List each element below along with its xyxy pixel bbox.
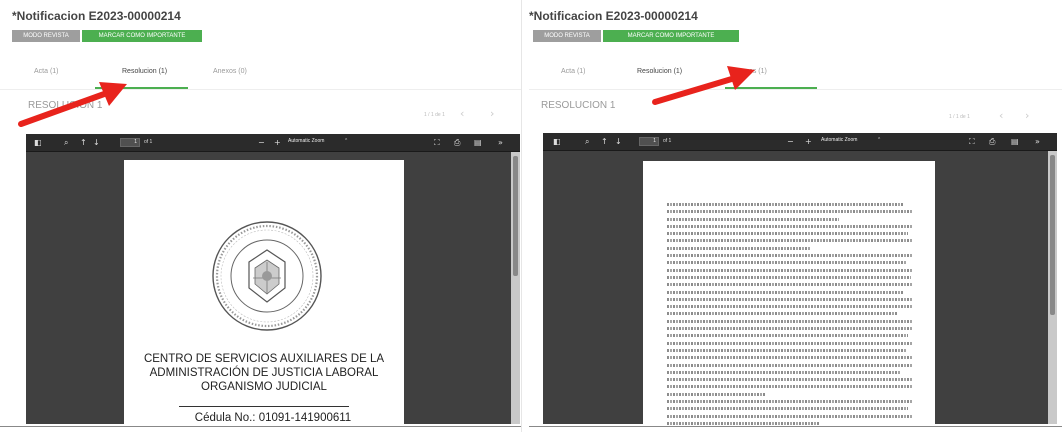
chevron-left-icon[interactable]: ‹ xyxy=(999,109,1003,122)
download-icon[interactable]: ▤ xyxy=(474,137,482,149)
page-total: of 1 xyxy=(663,138,672,144)
cedula-rule xyxy=(179,406,349,407)
tabs-divider xyxy=(529,89,1062,90)
court-seal-icon xyxy=(212,221,322,331)
sidebar-toggle-icon[interactable]: ◧ xyxy=(34,137,42,149)
scanned-resolution-text xyxy=(667,203,913,429)
zoom-out-icon[interactable]: − xyxy=(787,136,794,148)
page-title: *Notificacion E2023-00000214 xyxy=(12,9,181,23)
search-icon[interactable]: ⌕ xyxy=(64,137,68,149)
cedula-number: Cédula No.: 01091-141900611 xyxy=(194,412,352,424)
chevron-left-icon[interactable]: ‹ xyxy=(460,107,464,120)
red-arrow-icon xyxy=(652,66,755,105)
modo-revista-button[interactable]: MODO REVISTA xyxy=(12,30,80,42)
tab-acta[interactable]: Acta (1) xyxy=(561,68,586,75)
viewer-scrollbar[interactable] xyxy=(511,152,520,424)
tab-acta[interactable]: Acta (1) xyxy=(34,68,59,75)
page-number-input[interactable]: 1 xyxy=(120,138,140,147)
page-number-input[interactable]: 1 xyxy=(639,137,659,146)
presentation-mode-icon[interactable]: ⛶ xyxy=(434,137,440,149)
marcar-importante-button[interactable]: MARCAR COMO IMPORTANTE xyxy=(82,30,202,42)
more-tools-icon[interactable]: » xyxy=(1035,136,1040,148)
chevron-down-icon[interactable]: ⌃ xyxy=(344,138,348,144)
zoom-select[interactable]: Automatic Zoom xyxy=(288,138,324,144)
chevron-right-icon[interactable]: › xyxy=(490,107,494,120)
pager-info: 1 / 1 de 1 xyxy=(949,114,970,120)
zoom-out-icon[interactable]: − xyxy=(258,137,265,149)
presentation-mode-icon[interactable]: ⛶ xyxy=(969,136,975,148)
pdf-toolbar: ◧ ⌕ ↑ ↓ 1 of 1 − + Automatic Zoom ⌃ ⛶ ⎙ … xyxy=(26,134,520,152)
marcar-importante-button[interactable]: MARCAR COMO IMPORTANTE xyxy=(603,30,739,42)
modo-revista-button[interactable]: MODO REVISTA xyxy=(533,30,601,42)
viewer-scrollbar[interactable] xyxy=(1048,151,1057,424)
tab-anexos[interactable]: Anexos (0) xyxy=(213,68,247,75)
scrollbar-thumb[interactable] xyxy=(1050,155,1055,315)
pdf-viewer: ◧ ⌕ ↑ ↓ 1 of 1 − + Automatic Zoom ⌃ ⛶ ⎙ … xyxy=(543,133,1057,431)
doc-heading-line2: ADMINISTRACIÓN DE JUSTICIA LABORAL xyxy=(149,367,379,379)
red-arrow-icon xyxy=(18,82,127,127)
download-icon[interactable]: ▤ xyxy=(1011,136,1019,148)
panel-bottom-rule xyxy=(0,426,521,427)
zoom-in-icon[interactable]: + xyxy=(274,137,281,149)
sidebar-toggle-icon[interactable]: ◧ xyxy=(553,136,561,148)
print-icon[interactable]: ⎙ xyxy=(989,136,995,148)
doc-heading-line1: CENTRO DE SERVICIOS AUXILIARES DE LA xyxy=(143,353,385,365)
right-screenshot-panel: *Notificacion E2023-00000214 MODO REVIST… xyxy=(529,0,1062,432)
chevron-right-icon[interactable]: › xyxy=(1025,109,1029,122)
pager-info: 1 / 1 de 1 xyxy=(424,112,445,118)
action-buttons: MODO REVISTA MARCAR COMO IMPORTANTE xyxy=(533,30,739,42)
page-down-icon[interactable]: ↓ xyxy=(93,137,100,149)
pdf-toolbar: ◧ ⌕ ↑ ↓ 1 of 1 − + Automatic Zoom ⌃ ⛶ ⎙ … xyxy=(543,133,1057,151)
tab-resolucion[interactable]: Resolucion (1) xyxy=(122,68,167,75)
page-up-icon[interactable]: ↑ xyxy=(601,136,608,148)
print-icon[interactable]: ⎙ xyxy=(454,137,460,149)
zoom-select[interactable]: Automatic Zoom xyxy=(821,137,857,143)
page-down-icon[interactable]: ↓ xyxy=(615,136,622,148)
pdf-page: CENTRO DE SERVICIOS AUXILIARES DE LA ADM… xyxy=(124,160,404,430)
action-buttons: MODO REVISTA MARCAR COMO IMPORTANTE xyxy=(12,30,202,42)
search-icon[interactable]: ⌕ xyxy=(585,136,589,148)
doc-heading-line3: ORGANISMO JUDICIAL xyxy=(201,381,327,393)
section-label: RESOLUCION 1 xyxy=(541,100,616,111)
panel-bottom-rule xyxy=(529,426,1062,427)
pdf-page xyxy=(643,161,935,431)
scrollbar-thumb[interactable] xyxy=(513,156,518,276)
page-up-icon[interactable]: ↑ xyxy=(80,137,87,149)
left-screenshot-panel: *Notificacion E2023-00000214 MODO REVIST… xyxy=(0,0,521,432)
document-tabs: Acta (1) Resolucion (1) Anexos (1) xyxy=(529,68,1062,90)
more-tools-icon[interactable]: » xyxy=(498,137,503,149)
zoom-in-icon[interactable]: + xyxy=(805,136,812,148)
page-title: *Notificacion E2023-00000214 xyxy=(529,9,698,23)
pdf-viewer: ◧ ⌕ ↑ ↓ 1 of 1 − + Automatic Zoom ⌃ ⛶ ⎙ … xyxy=(26,134,520,430)
panel-divider xyxy=(521,0,529,432)
page-total: of 1 xyxy=(144,139,153,145)
chevron-down-icon[interactable]: ⌃ xyxy=(877,137,881,143)
